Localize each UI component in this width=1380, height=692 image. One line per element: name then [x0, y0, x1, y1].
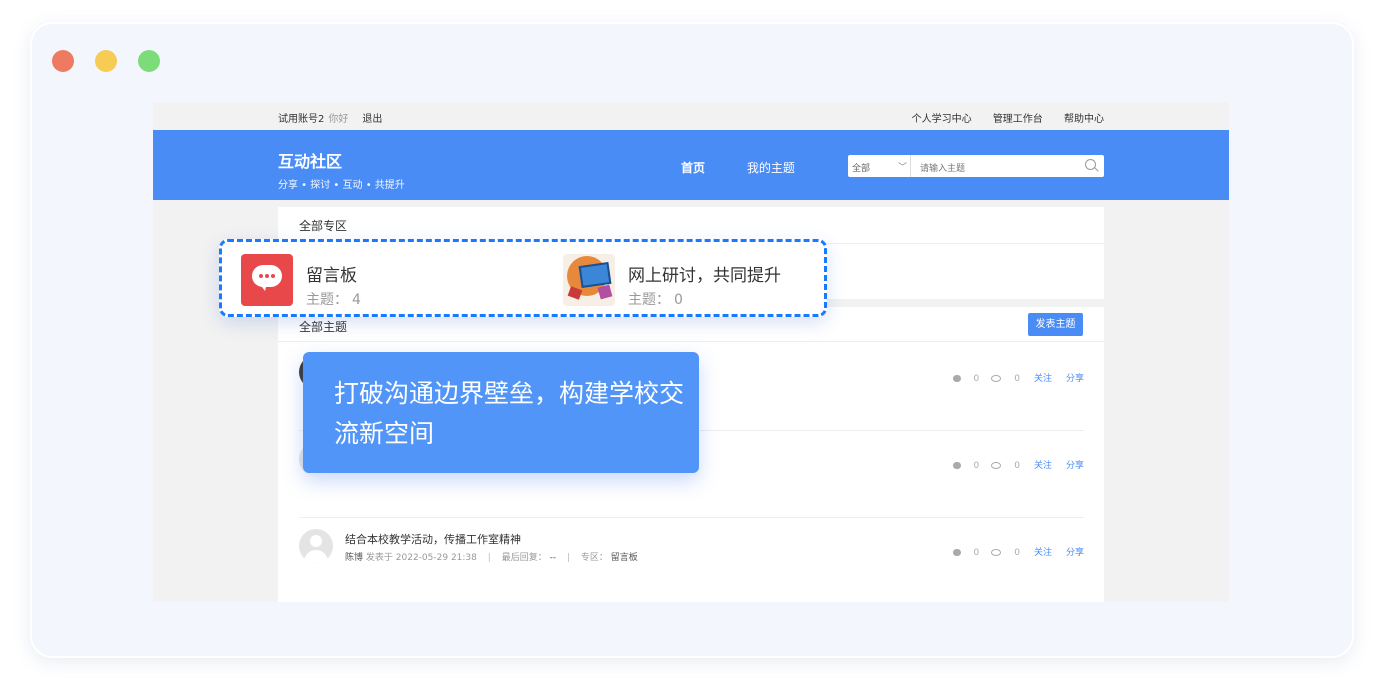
comment-icon: [952, 462, 961, 469]
follow-link[interactable]: 关注: [1034, 374, 1052, 384]
chat-bubble-icon: [241, 254, 293, 306]
greeting: 你好: [328, 114, 349, 125]
share-link[interactable]: 分享: [1066, 461, 1084, 471]
zone-name: 留言板: [306, 266, 357, 286]
topic-author[interactable]: 陈博: [345, 553, 363, 563]
view-count: 0: [1014, 374, 1020, 384]
topic-stats: 0 0 关注 分享: [952, 545, 1084, 558]
topic-row[interactable]: 结合本校教学活动，传播工作室精神 陈博 发表于 2022-05-29 21:38…: [299, 519, 1084, 602]
eye-icon: [991, 375, 1002, 382]
eye-icon: [991, 462, 1002, 469]
zones-highlight-callout: 留言板 主题： 4 网上研讨，共同提升 主题： 0: [219, 239, 827, 317]
topic-title[interactable]: 结合本校教学活动，传播工作室精神: [345, 531, 521, 547]
count-value: 0: [674, 292, 683, 308]
comment-icon: [952, 549, 961, 556]
divider: [299, 517, 1084, 518]
close-window-button[interactable]: [52, 50, 74, 72]
site-subtitle: 分享 • 探讨 • 互动 • 共提升: [278, 180, 405, 191]
view-count: 0: [1014, 461, 1020, 471]
promo-banner: 打破沟通边界壁垒，构建学校交流新空间: [303, 352, 699, 473]
zone-topic-count: 主题： 4: [306, 289, 361, 309]
comment-icon: [952, 375, 961, 382]
count-label: 主题：: [628, 292, 670, 308]
zone-label: 专区：: [580, 553, 608, 563]
promo-text: 打破沟通边界壁垒，构建学校交流新空间: [334, 379, 685, 448]
search-input[interactable]: 请输入主题: [920, 161, 965, 174]
share-link[interactable]: 分享: [1066, 374, 1084, 384]
follow-link[interactable]: 关注: [1034, 548, 1052, 558]
eye-icon: [991, 549, 1002, 556]
topic-meta: 陈博 发表于 2022-05-29 21:38 | 最后回复： -- | 专区：…: [345, 550, 638, 563]
zone-topic-count: 主题： 0: [628, 289, 683, 309]
zone-name: 网上研讨，共同提升: [628, 266, 781, 286]
zones-heading: 全部专区: [299, 219, 348, 233]
posted-time: 2022-05-29 21:38: [395, 553, 477, 563]
maximize-window-button[interactable]: [138, 50, 160, 72]
nav-my-topics[interactable]: 我的主题: [747, 161, 795, 175]
admin-workbench-link[interactable]: 管理工作台: [993, 114, 1043, 125]
topic-stats: 0 0 关注 分享: [952, 458, 1084, 471]
minimize-window-button[interactable]: [95, 50, 117, 72]
count-label: 主题：: [306, 292, 348, 308]
comment-count: 0: [973, 374, 980, 384]
separator: |: [566, 553, 570, 563]
account-name: 试用账号2: [278, 114, 325, 125]
discussion-art-icon: [563, 254, 615, 306]
zone-link[interactable]: 留言板: [611, 553, 638, 563]
topic-stats: 0 0 关注 分享: [952, 371, 1084, 384]
chevron-down-icon: ﹀: [897, 163, 907, 173]
count-value: 4: [352, 292, 361, 308]
separator: |: [487, 553, 491, 563]
view-count: 0: [1014, 548, 1020, 558]
header: 互动社区 分享 • 探讨 • 互动 • 共提升 首页 我的主题 全部 ﹀ 请输入…: [153, 130, 1229, 200]
main-nav: 首页 我的主题: [681, 159, 833, 176]
brand: 互动社区 分享 • 探讨 • 互动 • 共提升: [278, 148, 405, 191]
search-bar: 全部 ﹀ 请输入主题: [848, 155, 1104, 177]
help-center-link[interactable]: 帮助中心: [1064, 114, 1104, 125]
nav-home[interactable]: 首页: [681, 161, 705, 175]
post-topic-button[interactable]: 发表主题: [1028, 313, 1083, 336]
follow-link[interactable]: 关注: [1034, 461, 1052, 471]
search-scope-select[interactable]: 全部 ﹀: [848, 155, 911, 177]
learning-center-link[interactable]: 个人学习中心: [912, 114, 972, 125]
top-bar: 试用账号2 你好 退出 个人学习中心 管理工作台 帮助中心: [153, 102, 1229, 130]
site-title: 互动社区: [278, 152, 343, 171]
comment-count: 0: [973, 461, 980, 471]
share-link[interactable]: 分享: [1066, 548, 1084, 558]
last-reply-value: --: [549, 553, 557, 563]
search-icon[interactable]: [1085, 159, 1096, 170]
divider: [278, 341, 1104, 342]
last-reply-label: 最后回复：: [501, 553, 547, 563]
search-scope-value: 全部: [852, 164, 871, 174]
comment-count: 0: [973, 548, 980, 558]
topics-heading: 全部主题: [299, 320, 348, 334]
avatar: [299, 529, 333, 563]
logout-link[interactable]: 退出: [362, 114, 382, 125]
posted-label: 发表于: [365, 553, 393, 563]
